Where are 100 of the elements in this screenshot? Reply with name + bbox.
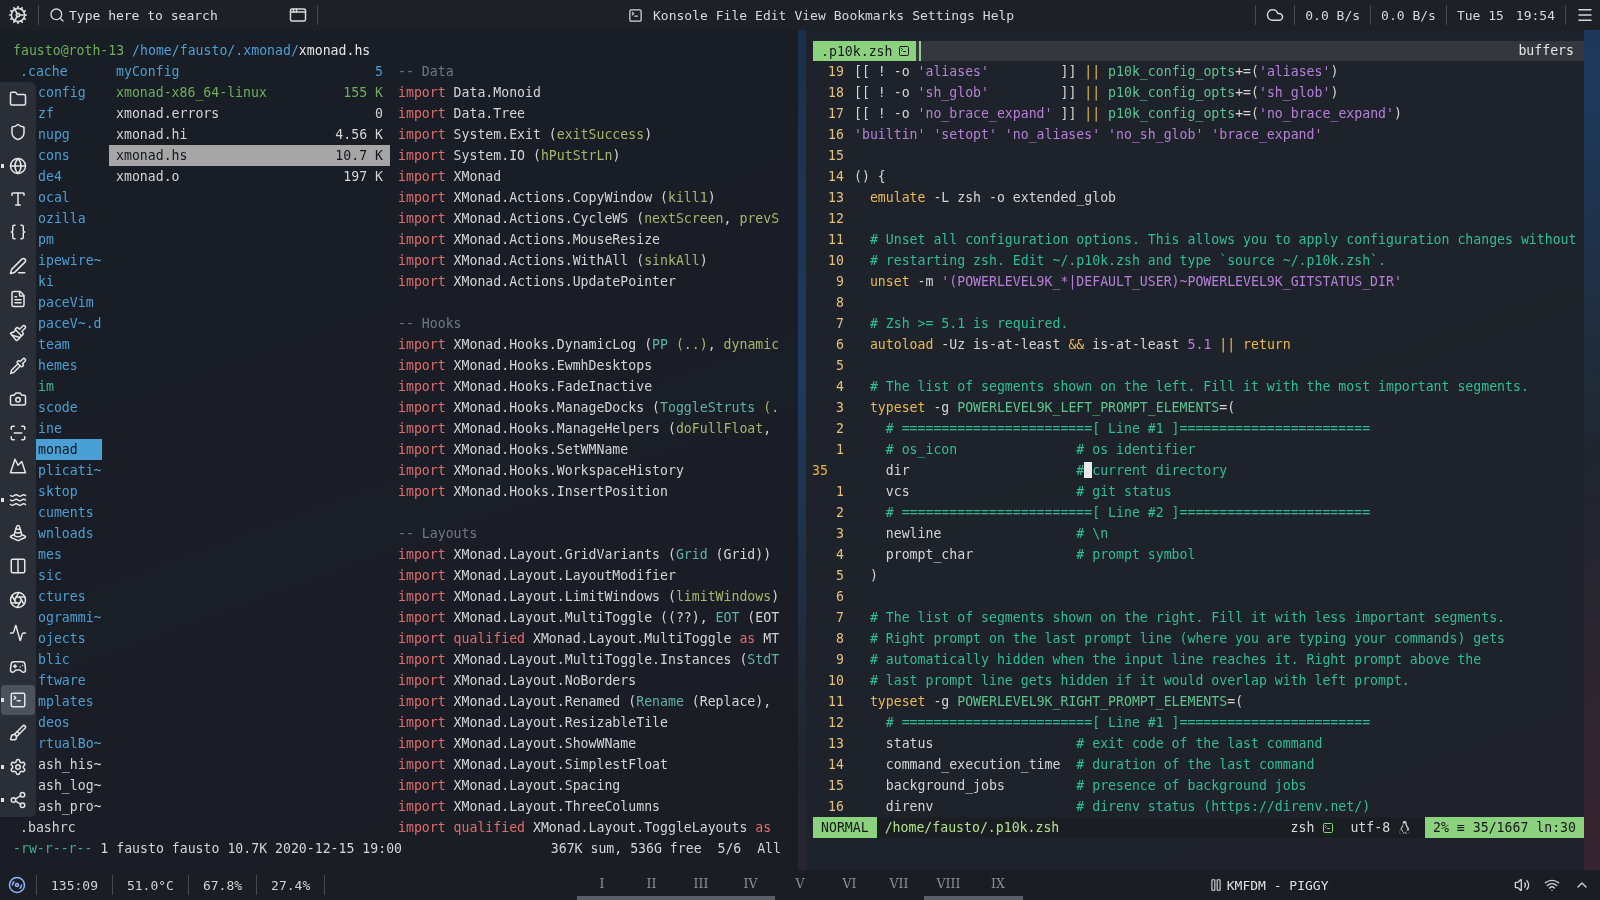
file-row[interactable]: xmonad.hi 4.56 K xyxy=(109,124,390,145)
folder-item[interactable]: monad xyxy=(36,439,102,460)
code-line: import XMonad.Layout.LayoutModifier xyxy=(398,568,676,583)
buffer-tab[interactable]: .p10k.zsh xyxy=(813,41,917,61)
folder-item[interactable]: sktop xyxy=(36,481,102,502)
folder-item[interactable]: ki xyxy=(36,271,102,292)
line-number: 10 xyxy=(827,252,844,270)
folder-item[interactable]: paceV~.d xyxy=(36,313,102,334)
folder-item[interactable]: hemes xyxy=(36,355,102,376)
file-name: xmonad.errors xyxy=(116,105,220,123)
file-row[interactable]: myConfig 5 xyxy=(109,61,390,82)
folder-item[interactable]: scode xyxy=(36,397,102,418)
folder-item[interactable]: ash_his~ xyxy=(36,754,102,775)
code-line: import XMonad.Actions.CopyWindow (kill1) xyxy=(398,190,716,205)
folder-item[interactable]: ipewire~ xyxy=(36,250,102,271)
code-line: # The list of segments shown on the left. Fill it with the most important segments. xyxy=(868,378,1529,396)
folder-item[interactable]: blic xyxy=(36,649,102,670)
line-number: 15 xyxy=(827,777,844,795)
folder-item[interactable]: ine xyxy=(36,418,102,439)
line-number: 18 xyxy=(827,84,844,102)
file-row[interactable]: xmonad.hs 10.7 K xyxy=(109,145,390,166)
folder-item[interactable]: ozilla xyxy=(36,208,102,229)
folder-item[interactable]: deos xyxy=(36,712,102,733)
folder-item[interactable]: .cache xyxy=(0,61,102,82)
line-number: 11 xyxy=(827,231,844,249)
code-line: newline # \n xyxy=(884,525,1109,543)
logo-icon[interactable] xyxy=(8,5,28,25)
workspace-button[interactable]: VIII xyxy=(923,870,974,900)
folder-item[interactable]: ojects xyxy=(36,628,102,649)
terminal-icon xyxy=(9,691,27,709)
path-heading: fausto@roth-13 /home/fausto/.xmonad/xmonad.hs xyxy=(12,42,371,60)
workspace-button[interactable]: IV xyxy=(725,870,776,900)
folder-item[interactable]: mes xyxy=(36,544,102,565)
logo-icon[interactable] xyxy=(8,876,26,894)
workspace-button[interactable]: VI xyxy=(824,870,875,900)
folder-item[interactable]: ash_log~ xyxy=(36,775,102,796)
file-name: xmonad-x86_64-linux xyxy=(116,84,267,103)
file-row[interactable]: xmonad.o 197 K xyxy=(109,166,390,187)
folder-item[interactable]: cons xyxy=(36,145,102,166)
folder-item[interactable]: .bashrc xyxy=(0,817,102,838)
window-icon[interactable] xyxy=(289,6,307,24)
folder-item[interactable]: ash_pro~ xyxy=(36,796,102,817)
code-line: -- Layouts xyxy=(398,526,478,541)
folder-item[interactable]: ftware xyxy=(36,670,102,691)
folder-item[interactable]: team xyxy=(36,334,102,355)
folder-item[interactable]: ctures xyxy=(36,586,102,607)
dock-button[interactable] xyxy=(1,685,35,715)
wifi-icon[interactable] xyxy=(1544,877,1560,893)
folder-item[interactable]: zf xyxy=(36,103,102,124)
workspace-button[interactable]: III xyxy=(676,870,726,900)
volume-icon[interactable] xyxy=(1514,877,1530,893)
folder-item[interactable]: ocal xyxy=(36,187,102,208)
folder-item[interactable]: sic xyxy=(36,565,102,586)
workspace-button[interactable]: IX xyxy=(973,870,1023,900)
folder-item[interactable]: plicati~ xyxy=(36,460,102,481)
line-number: 13 xyxy=(827,189,844,207)
date: Tue 15 xyxy=(1456,7,1504,23)
menu-item[interactable]: Bookmarks xyxy=(833,7,905,23)
code-line: () { xyxy=(854,168,886,186)
code-line: import qualified XMonad.Layout.ToggleLayouts as xyxy=(398,820,772,835)
folder-item[interactable]: de4 xyxy=(36,166,102,187)
document-icon xyxy=(9,290,27,309)
code-line: typeset -g POWERLEVEL9K_LEFT_PROMPT_ELEMENTS=( xyxy=(868,399,1236,418)
letter-icon xyxy=(9,189,27,208)
code-line: import XMonad.Hooks.ManageDocks (ToggleStruts (. xyxy=(398,400,780,415)
system-stat: 135:09 xyxy=(50,877,99,893)
folder-item[interactable]: nupg xyxy=(36,124,102,145)
line-number: 14 xyxy=(827,756,844,774)
menu-icon[interactable] xyxy=(1576,6,1594,24)
folder-item[interactable]: im xyxy=(36,376,102,397)
workspace-button[interactable]: VII xyxy=(874,870,924,900)
code-line: -- Hooks xyxy=(398,316,462,331)
clock: 19:54 xyxy=(1515,7,1555,23)
cursor-position: 2% ≡ 35/1667 ln:30 xyxy=(1425,817,1584,838)
pause-icon[interactable] xyxy=(1208,878,1223,892)
menu-item[interactable]: Help xyxy=(982,7,1015,23)
menu-item[interactable]: View xyxy=(794,7,826,23)
folder-item[interactable]: wnloads xyxy=(36,523,102,544)
line-number: 7 xyxy=(835,315,844,333)
menu-item[interactable]: Settings xyxy=(912,7,975,23)
folder-item[interactable]: paceVim xyxy=(36,292,102,313)
screenshot-icon xyxy=(9,423,27,442)
code-line: # The list of segments shown on the right. Fill it with less important segments. xyxy=(868,609,1506,627)
menu-item[interactable]: Edit xyxy=(755,7,787,23)
workspace-button[interactable]: II xyxy=(626,870,677,900)
folder-item[interactable]: mplates xyxy=(36,691,102,712)
folder-item[interactable]: pm xyxy=(36,229,102,250)
file-row[interactable]: xmonad-x86_64-linux 155 K xyxy=(109,82,390,103)
code-line: direnv # direnv status (https://direnv.net/) xyxy=(884,798,1371,816)
line-number: 11 xyxy=(827,693,844,711)
workspace-button[interactable]: V xyxy=(775,870,825,900)
folder-item[interactable]: cuments xyxy=(36,502,102,523)
folder-item[interactable]: rtualBo~ xyxy=(36,733,102,754)
folder-item[interactable]: ogrammi~ xyxy=(36,607,102,628)
folder-item[interactable]: config xyxy=(36,82,102,103)
workspace-button[interactable]: I xyxy=(577,870,627,900)
menu-item[interactable]: File xyxy=(715,7,748,23)
code-line: # restarting zsh. Edit ~/.p10k.zsh and type `source ~/.p10k.zsh`. xyxy=(868,252,1386,270)
file-row[interactable]: xmonad.errors 0 xyxy=(109,103,390,124)
search-field[interactable]: Type here to search xyxy=(65,5,275,25)
